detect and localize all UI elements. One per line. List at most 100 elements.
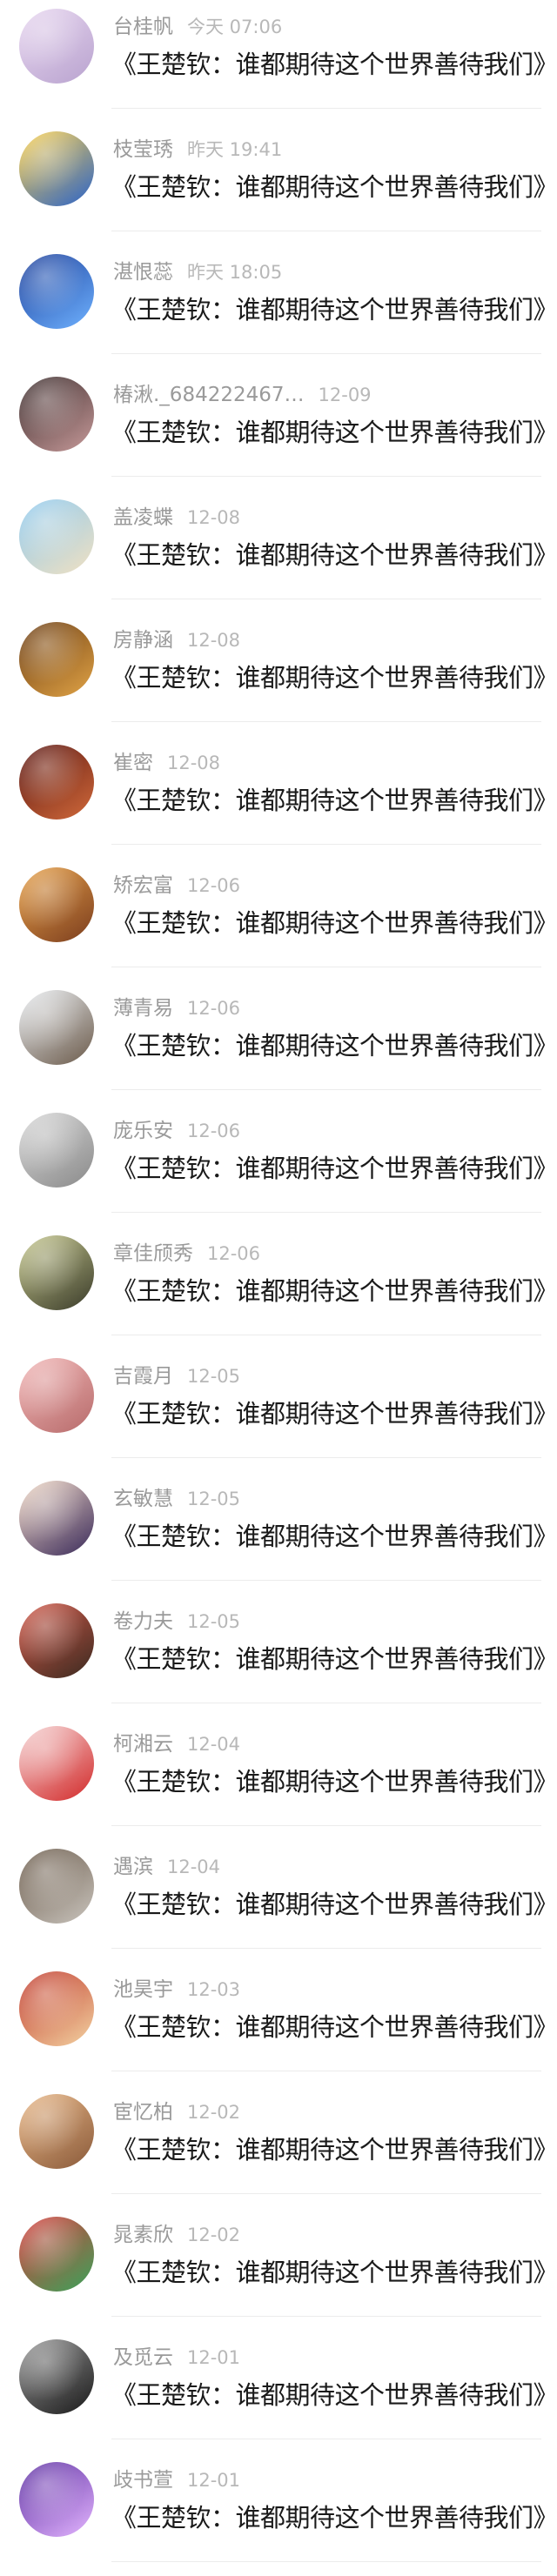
username[interactable]: 晁素欣 [113,2224,173,2246]
username[interactable]: 薄青易 [113,997,173,1020]
comment-item[interactable]: 台桂帆 今天 07:06 《王楚钦：谁都期待这个世界善待我们》 [0,0,557,123]
comment-item[interactable]: 章佳颀秀 12-06 《王楚钦：谁都期待这个世界善待我们》 [0,1227,557,1349]
comment-item[interactable]: 房静涵 12-08 《王楚钦：谁都期待这个世界善待我们》 [0,613,557,736]
username[interactable]: 池昊宇 [113,1978,173,2001]
timestamp: 12-01 [187,2347,241,2368]
comment-text[interactable]: 《王楚钦：谁都期待这个世界善待我们》 [111,2010,547,2044]
username[interactable]: 吉霞月 [113,1365,173,1388]
comment-text[interactable]: 《王楚钦：谁都期待这个世界善待我们》 [111,906,547,940]
comment-item[interactable]: 椿湫._684222467… 12-09 《王楚钦：谁都期待这个世界善待我们》 [0,368,557,491]
avatar[interactable] [19,254,94,329]
username[interactable]: 章佳颀秀 [113,1242,193,1265]
username[interactable]: 柯湘云 [113,1733,173,1756]
comment-text[interactable]: 《王楚钦：谁都期待这个世界善待我们》 [111,292,547,327]
username[interactable]: 湛恨蕊 [113,261,173,284]
comment-item[interactable]: 卷力夫 12-05 《王楚钦：谁都期待这个世界善待我们》 [0,1595,557,1717]
avatar[interactable] [19,2462,94,2537]
username[interactable]: 歧书萱 [113,2469,173,2492]
comment-text[interactable]: 《王楚钦：谁都期待这个世界善待我们》 [111,538,547,572]
comment-item[interactable]: 玄敏慧 12-05 《王楚钦：谁都期待这个世界善待我们》 [0,1472,557,1595]
timestamp: 12-08 [187,507,241,528]
timestamp: 12-02 [187,2102,241,2123]
avatar[interactable] [19,1113,94,1188]
comment-text[interactable]: 《王楚钦：谁都期待这个世界善待我们》 [111,47,547,82]
avatar[interactable] [19,867,94,942]
comment-text[interactable]: 《王楚钦：谁都期待这个世界善待我们》 [111,2500,547,2535]
avatar[interactable] [19,131,94,206]
username[interactable]: 矫宏富 [113,874,173,897]
comment-item[interactable]: 盖凌蝶 12-08 《王楚钦：谁都期待这个世界善待我们》 [0,491,557,613]
comment-meta: 盖凌蝶 12-08 [113,505,240,531]
avatar[interactable] [19,499,94,574]
comment-text[interactable]: 《王楚钦：谁都期待这个世界善待我们》 [111,1028,547,1063]
timestamp: 12-06 [187,875,241,896]
comment-text[interactable]: 《王楚钦：谁都期待这个世界善待我们》 [111,1519,547,1554]
comment-text[interactable]: 《王楚钦：谁都期待这个世界善待我们》 [111,660,547,695]
comment-text[interactable]: 《王楚钦：谁都期待这个世界善待我们》 [111,1642,547,1676]
avatar[interactable] [19,2339,94,2414]
avatar[interactable] [19,1971,94,2046]
username[interactable]: 玄敏慧 [113,1488,173,1510]
divider [111,1948,541,1949]
comment-item[interactable]: 崔密 12-08 《王楚钦：谁都期待这个世界善待我们》 [0,736,557,859]
comment-meta: 遇滨 12-04 [113,1854,220,1880]
comment-meta: 池昊宇 12-03 [113,1977,240,2003]
comment-text[interactable]: 《王楚钦：谁都期待这个世界善待我们》 [111,2378,547,2412]
comment-text[interactable]: 《王楚钦：谁都期待这个世界善待我们》 [111,2255,547,2290]
timestamp: 12-08 [187,630,241,651]
avatar[interactable] [19,1358,94,1433]
comment-item[interactable]: 薄青易 12-06 《王楚钦：谁都期待这个世界善待我们》 [0,981,557,1104]
comment-item[interactable]: 矫宏富 12-06 《王楚钦：谁都期待这个世界善待我们》 [0,859,557,981]
avatar[interactable] [19,2094,94,2169]
avatar[interactable] [19,1849,94,1924]
comment-text[interactable]: 《王楚钦：谁都期待这个世界善待我们》 [111,1887,547,1922]
username[interactable]: 台桂帆 [113,16,173,38]
comment-text[interactable]: 《王楚钦：谁都期待这个世界善待我们》 [111,1396,547,1431]
avatar[interactable] [19,377,94,452]
comment-text[interactable]: 《王楚钦：谁都期待这个世界善待我们》 [111,783,547,818]
avatar[interactable] [19,1235,94,1310]
avatar[interactable] [19,745,94,820]
username[interactable]: 崔密 [113,752,153,774]
username[interactable]: 椿湫._684222467… [113,384,305,406]
comment-text[interactable]: 《王楚钦：谁都期待这个世界善待我们》 [111,415,547,450]
username[interactable]: 房静涵 [113,629,173,652]
comment-item[interactable]: 湛恨蕊 昨天 18:05 《王楚钦：谁都期待这个世界善待我们》 [0,245,557,368]
avatar[interactable] [19,1603,94,1678]
timestamp: 昨天 18:05 [187,262,283,283]
timestamp: 12-01 [187,2470,241,2491]
avatar[interactable] [19,9,94,84]
username[interactable]: 及觅云 [113,2346,173,2369]
avatar[interactable] [19,622,94,697]
comment-item[interactable]: 吉霞月 12-05 《王楚钦：谁都期待这个世界善待我们》 [0,1349,557,1472]
username[interactable]: 庞乐安 [113,1120,173,1142]
username[interactable]: 枝莹琇 [113,138,173,161]
comment-item[interactable]: 池昊宇 12-03 《王楚钦：谁都期待这个世界善待我们》 [0,1963,557,2085]
comment-text[interactable]: 《王楚钦：谁都期待这个世界善待我们》 [111,2132,547,2167]
comment-text[interactable]: 《王楚钦：谁都期待这个世界善待我们》 [111,1274,547,1308]
username[interactable]: 卷力夫 [113,1610,173,1633]
username[interactable]: 盖凌蝶 [113,506,173,529]
comment-meta: 湛恨蕊 昨天 18:05 [113,259,282,285]
comment-meta: 宦忆柏 12-02 [113,2099,240,2125]
username[interactable]: 遇滨 [113,1856,153,1878]
divider [111,1212,541,1213]
comment-text[interactable]: 《王楚钦：谁都期待这个世界善待我们》 [111,170,547,204]
comment-meta: 玄敏慧 12-05 [113,1486,240,1512]
avatar[interactable] [19,1481,94,1556]
comment-item[interactable]: 晁素欣 12-02 《王楚钦：谁都期待这个世界善待我们》 [0,2208,557,2331]
username[interactable]: 宦忆柏 [113,2101,173,2124]
comment-item[interactable]: 柯湘云 12-04 《王楚钦：谁都期待这个世界善待我们》 [0,1717,557,1840]
comment-item[interactable]: 遇滨 12-04 《王楚钦：谁都期待这个世界善待我们》 [0,1840,557,1963]
comment-text[interactable]: 《王楚钦：谁都期待这个世界善待我们》 [111,1151,547,1186]
comment-item[interactable]: 枝莹琇 昨天 19:41 《王楚钦：谁都期待这个世界善待我们》 [0,123,557,245]
comment-item[interactable]: 歧书萱 12-01 《王楚钦：谁都期待这个世界善待我们》 [0,2453,557,2576]
comment-meta: 枝莹琇 昨天 19:41 [113,137,282,163]
comment-item[interactable]: 宦忆柏 12-02 《王楚钦：谁都期待这个世界善待我们》 [0,2085,557,2208]
avatar[interactable] [19,990,94,1065]
avatar[interactable] [19,1726,94,1801]
avatar[interactable] [19,2217,94,2292]
comment-text[interactable]: 《王楚钦：谁都期待这个世界善待我们》 [111,1764,547,1799]
comment-item[interactable]: 及觅云 12-01 《王楚钦：谁都期待这个世界善待我们》 [0,2331,557,2453]
comment-item[interactable]: 庞乐安 12-06 《王楚钦：谁都期待这个世界善待我们》 [0,1104,557,1227]
